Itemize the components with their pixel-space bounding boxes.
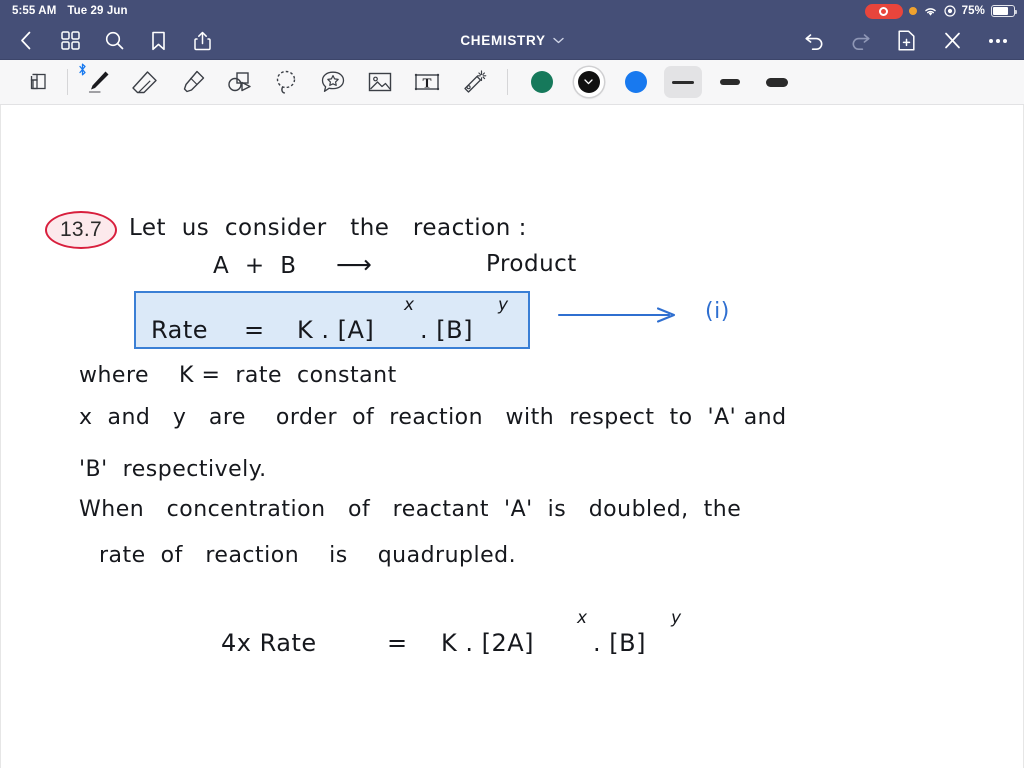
reaction-left: A + B — [213, 253, 297, 279]
battery-icon — [991, 5, 1017, 17]
status-bar: 5:55 AM Tue 29 Jun 75% — [0, 0, 1024, 22]
screen-recording-indicator-icon — [864, 3, 903, 19]
final-equation-rhs-b: . [B] — [593, 629, 646, 657]
location-icon — [944, 5, 956, 17]
more-options-icon[interactable] — [986, 29, 1010, 53]
page-title: CHEMISTRY — [460, 33, 546, 48]
final-equation-exponent-y: y — [671, 608, 682, 628]
rate-equation-exponent-x: x — [404, 295, 415, 315]
grid-icon[interactable] — [58, 29, 82, 53]
page-layers-tool[interactable] — [14, 60, 61, 105]
toolbar-divider-2 — [507, 69, 508, 95]
drawing-toolbar: T — [0, 60, 1024, 105]
bluetooth-icon — [78, 63, 87, 81]
toolbar-left-group: T — [14, 60, 800, 105]
rate-equation-rhs-b: . [B] — [420, 316, 473, 344]
close-icon[interactable] — [940, 29, 964, 53]
toolbar-divider — [67, 69, 68, 95]
navigation-bar: CHEMISTRY — [0, 22, 1024, 60]
blue-swatch[interactable] — [612, 60, 659, 105]
image-tool[interactable] — [356, 60, 403, 105]
nav-left-group — [14, 29, 214, 53]
share-icon[interactable] — [190, 29, 214, 53]
note-canvas[interactable]: 13.7 Let us consider the reaction : A + … — [0, 105, 1024, 768]
lasso-tool[interactable] — [262, 60, 309, 105]
battery-percent: 75% — [961, 5, 985, 17]
note-line-b: 'B' respectively. — [79, 457, 267, 482]
note-line-xy: x and y are order of reaction with respe… — [79, 405, 787, 430]
rate-equation-exponent-y: y — [498, 295, 509, 315]
rate-equation-rhs-k: K . [A] — [297, 316, 375, 344]
reaction-arrow: ⟶ — [336, 250, 372, 279]
rate-equation-equals: = — [244, 316, 265, 344]
status-bar-right: 75% — [864, 3, 1017, 19]
note-line-intro: Let us consider the reaction : — [129, 215, 527, 241]
final-equation-equals: = — [387, 629, 408, 657]
status-time: 5:55 AM — [12, 5, 57, 17]
magic-wand-tool[interactable] — [450, 60, 497, 105]
equation-reference-arrow — [557, 307, 676, 323]
eraser-tool[interactable] — [121, 60, 168, 105]
nav-right-group — [802, 29, 1010, 53]
final-equation-rhs-k: K . [2A] — [441, 629, 535, 657]
back-chevron-icon[interactable] — [14, 29, 38, 53]
rate-equation-lhs: Rate — [151, 316, 209, 344]
chevron-down-icon[interactable] — [552, 37, 564, 44]
note-line-where: where K = rate constant — [79, 363, 397, 388]
thick-stroke-button[interactable] — [753, 60, 800, 105]
final-equation-lhs: 4x Rate — [221, 629, 317, 657]
equation-reference-label: (i) — [705, 299, 730, 324]
note-app-window: 5:55 AM Tue 29 Jun 75% CHEMISTRY T 13.7 … — [0, 0, 1024, 768]
text-box-tool[interactable]: T — [403, 60, 450, 105]
question-number-badge: 13.7 — [45, 211, 117, 249]
reaction-right: Product — [486, 251, 577, 277]
green-swatch[interactable] — [518, 60, 565, 105]
shapes-tool[interactable] — [215, 60, 262, 105]
status-bar-left: 5:55 AM Tue 29 Jun — [12, 5, 128, 17]
thin-stroke-button[interactable] — [659, 60, 706, 105]
search-icon[interactable] — [102, 29, 126, 53]
redo-icon[interactable] — [848, 29, 872, 53]
sticker-tool[interactable] — [309, 60, 356, 105]
final-equation-exponent-x: x — [577, 608, 588, 628]
medium-stroke-button[interactable] — [706, 60, 753, 105]
svg-text:T: T — [422, 76, 431, 91]
highlighter-tool[interactable] — [168, 60, 215, 105]
bookmark-icon[interactable] — [146, 29, 170, 53]
orange-privacy-dot-icon — [908, 7, 917, 15]
note-line-when: When concentration of reactant 'A' is do… — [79, 497, 742, 522]
note-line-rate: rate of reaction is quadrupled. — [99, 543, 517, 568]
pen-tool[interactable] — [74, 60, 121, 105]
add-page-icon[interactable] — [894, 29, 918, 53]
wifi-icon — [924, 8, 936, 16]
status-date: Tue 29 Jun — [67, 5, 128, 17]
black-swatch[interactable] — [565, 60, 612, 105]
undo-icon[interactable] — [802, 29, 826, 53]
question-number-text: 13.7 — [59, 218, 103, 241]
